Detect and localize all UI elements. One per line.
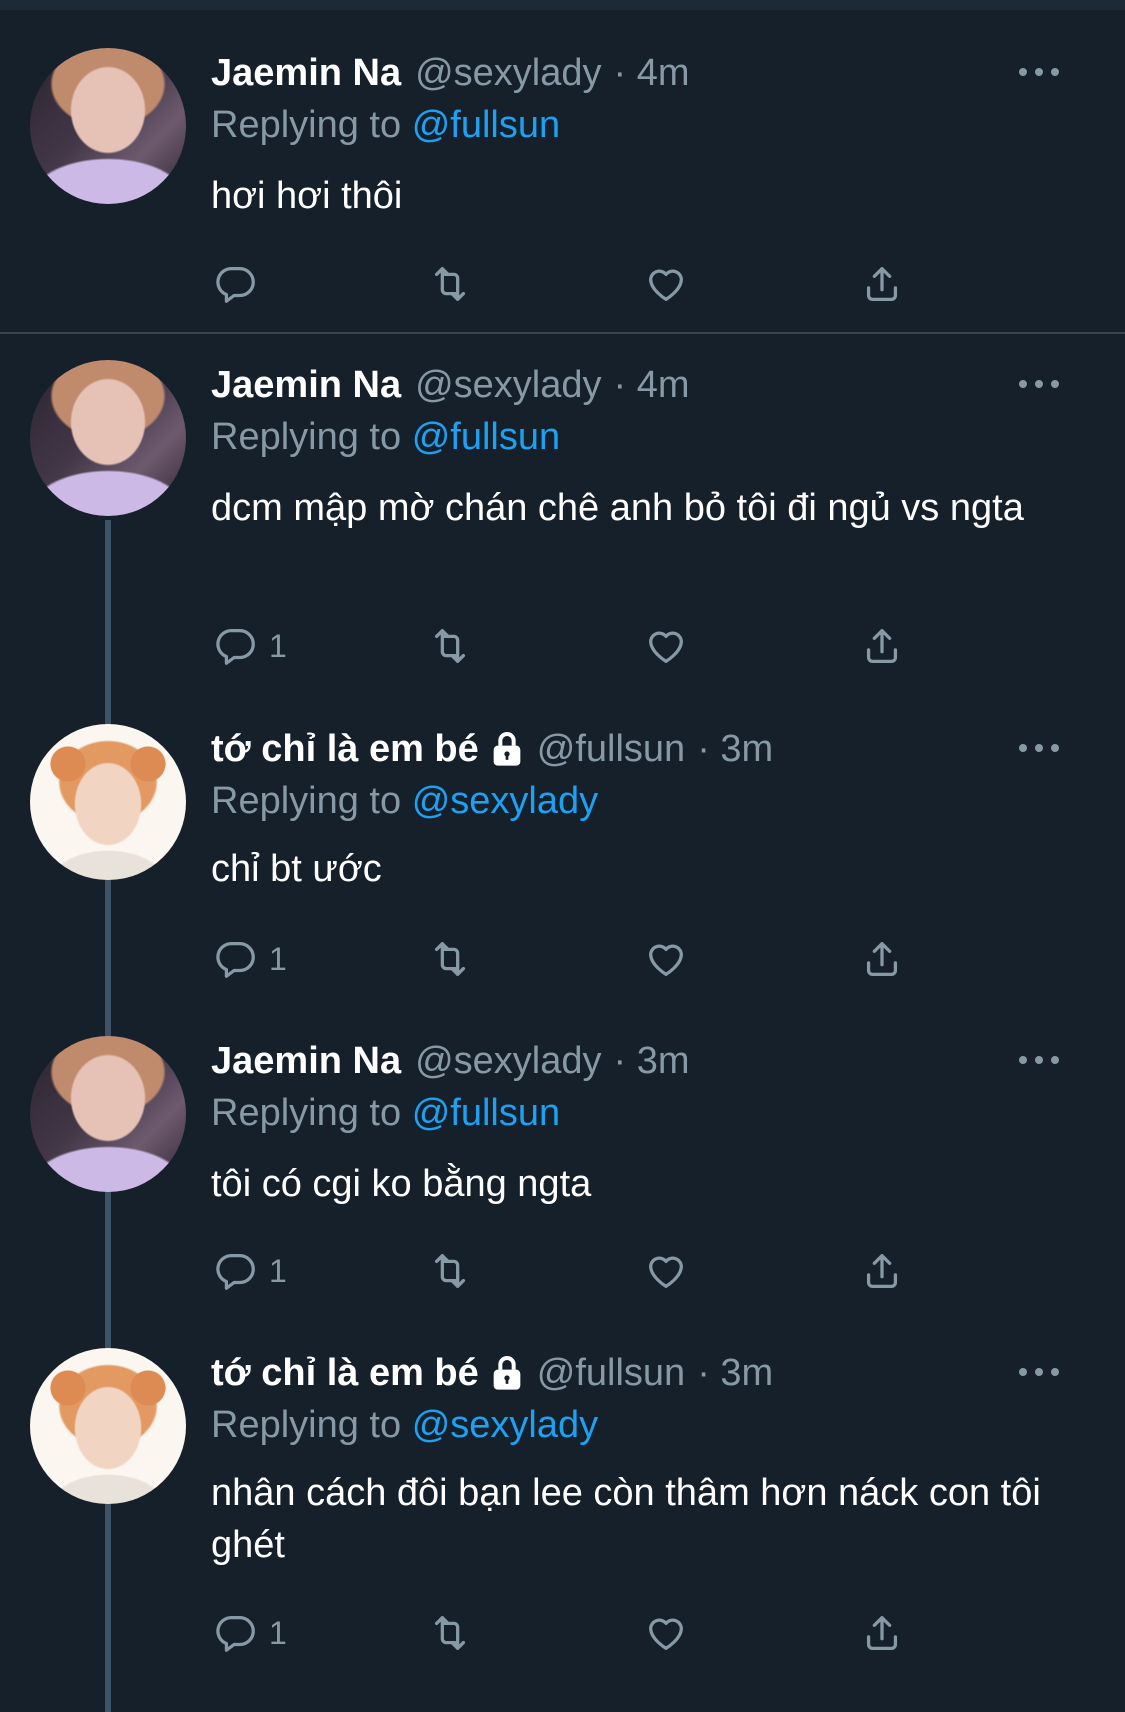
share-button[interactable] [859,1608,905,1658]
share-button[interactable] [859,1246,905,1296]
action-bar: 1 [211,1246,911,1296]
handle[interactable]: @sexylady [415,1040,601,1083]
like-button[interactable] [643,1246,689,1296]
separator [0,332,1125,334]
share-icon [866,1616,898,1650]
action-bar [211,259,911,309]
display-name[interactable]: Jaemin Na [211,52,401,95]
reply-button[interactable]: 1 [213,1246,287,1296]
reply-button[interactable]: 1 [213,1608,287,1658]
handle[interactable]: @sexylady [415,52,601,95]
like-icon [649,631,683,663]
avatar[interactable] [30,360,186,516]
tweet[interactable]: tớ chỉ là em bé @fullsun · 3m Replying t… [0,724,1125,994]
reply-handle-link[interactable]: @fullsun [412,416,560,458]
share-icon [866,1254,898,1288]
tweet-text: tôi có cgi ko bằng ngta [211,1163,592,1205]
action-bar: 1 [211,934,911,984]
like-icon [649,1256,683,1288]
like-button[interactable] [643,1608,689,1658]
like-button[interactable] [643,259,689,309]
timestamp[interactable]: · 4m [614,364,690,407]
reply-icon [216,1616,255,1652]
tweet-text: hơi hơi thôi [211,175,403,217]
retweet-icon [434,1254,466,1288]
share-icon [866,942,898,976]
reply-icon [216,942,255,978]
retweet-button[interactable] [427,1608,473,1658]
like-icon [649,944,683,976]
reply-count: 1 [269,1614,287,1651]
display-name[interactable]: Jaemin Na [211,364,401,407]
avatar[interactable] [30,724,186,880]
avatar[interactable] [30,1348,186,1504]
retweet-icon [434,942,466,976]
tweet-text: chỉ bt ước [211,848,382,890]
like-button[interactable] [643,934,689,984]
replying-to: Replying to @sexylady [211,1404,599,1446]
reply-handle-link[interactable]: @sexylady [412,780,598,822]
share-icon [866,267,898,301]
retweet-icon [434,629,466,663]
share-button[interactable] [859,259,905,309]
action-bar: 1 [211,1608,911,1658]
more-icon[interactable] [1019,1050,1059,1070]
reply-count: 1 [269,627,287,664]
retweet-icon [434,267,466,301]
display-name[interactable]: Jaemin Na [211,1040,401,1083]
share-button[interactable] [859,934,905,984]
reply-button[interactable]: 1 [213,934,287,984]
tweet[interactable]: Jaemin Na @sexylady · 4m Replying to @fu… [0,360,1125,680]
replying-to: Replying to @fullsun [211,416,561,458]
tweet-text: nhân cách đôi bạn lee còn thâm hơn náck … [211,1472,1041,1566]
replying-to: Replying to @fullsun [211,104,561,146]
reply-button[interactable]: 1 [213,621,287,671]
handle[interactable]: @fullsun [537,1352,685,1395]
like-button[interactable] [643,621,689,671]
tweet[interactable]: Jaemin Na @sexylady · 4m Replying to @fu… [0,48,1125,328]
handle[interactable]: @sexylady [415,364,601,407]
timestamp[interactable]: · 3m [614,1040,690,1083]
reply-icon [216,1254,255,1290]
avatar[interactable] [30,1036,186,1192]
reply-icon [216,267,255,303]
action-bar: 1 [211,621,911,671]
retweet-button[interactable] [427,1246,473,1296]
timestamp[interactable]: · 3m [697,1352,773,1395]
lock-icon [493,732,521,766]
reply-handle-link[interactable]: @sexylady [412,1404,598,1446]
reply-count: 1 [269,1252,287,1289]
reply-count: 1 [269,940,287,977]
handle[interactable]: @fullsun [537,728,685,771]
reply-handle-link[interactable]: @fullsun [412,104,560,146]
lock-icon [493,1356,521,1390]
like-icon [649,1618,683,1650]
tweet-text: dcm mập mờ chán chê anh bỏ tôi đi ngủ vs… [211,487,1024,529]
retweet-icon [434,1616,466,1650]
more-icon[interactable] [1019,1362,1059,1382]
reply-button[interactable] [213,259,269,309]
display-name[interactable]: tớ chỉ là em bé [211,728,479,771]
tweet[interactable]: Jaemin Na @sexylady · 3m Replying to @fu… [0,1036,1125,1306]
more-icon[interactable] [1019,374,1059,394]
more-icon[interactable] [1019,738,1059,758]
tweet[interactable]: tớ chỉ là em bé @fullsun · 3m Replying t… [0,1348,1125,1668]
tweet-thread: Jaemin Na @sexylady · 4m Replying to @fu… [0,0,1125,1712]
like-icon [649,269,683,301]
replying-to: Replying to @sexylady [211,780,599,822]
replying-to: Replying to @fullsun [211,1092,561,1134]
retweet-button[interactable] [427,934,473,984]
retweet-button[interactable] [427,259,473,309]
share-icon [866,629,898,663]
reply-handle-link[interactable]: @fullsun [412,1092,560,1134]
retweet-button[interactable] [427,621,473,671]
display-name[interactable]: tớ chỉ là em bé [211,1352,479,1395]
timestamp[interactable]: · 4m [614,52,690,95]
share-button[interactable] [859,621,905,671]
reply-icon [216,629,255,665]
avatar[interactable] [30,48,186,204]
more-icon[interactable] [1019,62,1059,82]
timestamp[interactable]: · 3m [697,728,773,771]
